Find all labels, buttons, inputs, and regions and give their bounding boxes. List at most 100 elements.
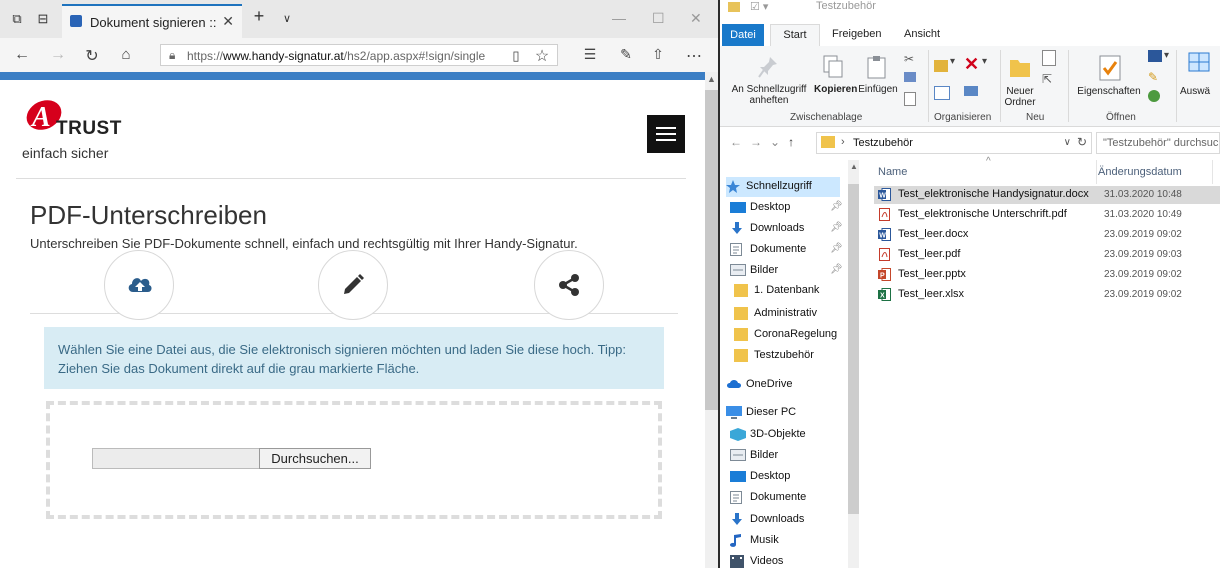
share-icon[interactable]: ⇧	[648, 46, 668, 63]
column-header-date[interactable]: Änderungsdatum	[1098, 166, 1182, 178]
copy-path-icon[interactable]	[904, 72, 916, 82]
new-folder-button[interactable]: Neuer Ordner	[998, 86, 1042, 108]
browser-tab[interactable]: Dokument signieren :: H ✕	[62, 4, 242, 38]
logo-letter: A	[30, 102, 51, 133]
file-row[interactable]: X Test_leer.xlsx 23.09.2019 09:02	[874, 286, 1220, 304]
download-icon	[730, 222, 746, 235]
select-button[interactable]: Auswä	[1180, 86, 1220, 97]
tab-ansicht[interactable]: Ansicht	[904, 28, 940, 40]
open-icon[interactable]	[1148, 50, 1162, 62]
tab-datei[interactable]: Datei	[722, 24, 764, 46]
nav-scrollbar-thumb[interactable]	[848, 184, 859, 514]
explorer-address-row: ←→⌄↑ › Testzubehör ∨ ↻ "Testzubehör" dur…	[720, 132, 1220, 154]
breadcrumb[interactable]: Testzubehör	[853, 137, 913, 149]
browse-button[interactable]: Durchsuchen...	[259, 448, 371, 469]
menu-hamburger-button[interactable]	[647, 115, 685, 153]
file-path-field[interactable]	[92, 448, 260, 469]
new-item-icon[interactable]	[1042, 50, 1056, 66]
nav-item[interactable]: Schnellzugriff	[726, 177, 840, 197]
dropdown-chevron-icon[interactable]: ▾	[982, 56, 987, 67]
close-tab-icon[interactable]: ✕	[222, 13, 234, 30]
refresh-icon[interactable]: ↻	[1077, 135, 1087, 149]
cut-icon[interactable]: ✂	[904, 52, 914, 66]
history-dropdown-icon[interactable]: ∨	[1064, 137, 1071, 148]
file-row[interactable]: W Test_leer.docx 23.09.2019 09:02	[874, 226, 1220, 244]
file-name: Test_leer.pptx	[898, 268, 966, 280]
copy-button[interactable]: Kopieren	[814, 84, 857, 95]
new-tab-icon[interactable]: +	[252, 7, 266, 25]
file-row[interactable]: Test_elektronische Unterschrift.pdf 31.03…	[874, 206, 1220, 224]
file-name: Test_elektronische Handysignatur.docx	[898, 188, 1089, 200]
file-row[interactable]: Test_leer.pdf 23.09.2019 09:03	[874, 246, 1220, 264]
new-folder-icon[interactable]	[1008, 56, 1032, 80]
delete-icon[interactable]: ✕	[964, 54, 979, 75]
move-to-icon[interactable]	[934, 60, 948, 72]
favorites-list-icon[interactable]: ☰	[580, 46, 600, 63]
file-date: 23.09.2019 09:02	[1104, 229, 1182, 240]
paste-icon[interactable]	[866, 54, 888, 80]
pin-quick-access-button[interactable]: An Schnellzugriff anheften	[724, 84, 814, 106]
pinned-icon[interactable]: 📌︎	[830, 201, 843, 212]
dropdown-chevron-icon[interactable]: ▾	[1164, 50, 1169, 61]
page-scrollbar[interactable]: ▲	[705, 72, 718, 568]
maximize-icon[interactable]: ☐	[652, 10, 665, 27]
scroll-up-icon[interactable]: ▲	[850, 162, 858, 171]
refresh-icon[interactable]: ↻	[82, 46, 102, 66]
tab-start[interactable]: Start	[770, 24, 820, 47]
rename-icon[interactable]	[964, 86, 978, 96]
column-divider	[1096, 160, 1097, 184]
tab-freigeben[interactable]: Freigeben	[832, 28, 882, 40]
copy-to-icon[interactable]	[934, 86, 950, 100]
properties-icon[interactable]	[1098, 54, 1122, 82]
close-window-icon[interactable]: ✕	[690, 10, 702, 27]
tab-actions-icon[interactable]: ⧉	[10, 12, 24, 26]
reading-view-icon[interactable]: ▯	[506, 48, 526, 64]
file-explorer-window: ☑ ▾ Testzubehör Datei Start Freigeben An…	[720, 0, 1220, 568]
group-clipboard-label: Zwischenablage	[790, 112, 863, 123]
step-share[interactable]	[534, 250, 604, 320]
tab-preview-icon[interactable]: ⊟	[36, 12, 50, 26]
explorer-address-field[interactable]: › Testzubehör ∨ ↻	[816, 132, 1092, 154]
file-row[interactable]: W Test_elektronische Handysignatur.docx 31…	[874, 186, 1220, 204]
url-field[interactable]: 🔒︎ https://www.handy-signatur.at/hs2/app…	[160, 44, 558, 66]
explorer-nav-arrows-icon[interactable]: ←→⌄↑	[730, 135, 802, 149]
favorite-star-icon[interactable]: ☆	[532, 46, 552, 66]
pin-label-line1: An Schnellzugriff	[731, 84, 807, 95]
pinned-icon[interactable]: 📌︎	[830, 222, 843, 233]
paste-button[interactable]: Einfügen	[856, 84, 900, 95]
step-upload[interactable]	[104, 250, 174, 320]
pin-icon[interactable]	[758, 56, 778, 78]
history-icon[interactable]	[1148, 90, 1160, 102]
easy-access-icon[interactable]: ⇱	[1042, 72, 1052, 86]
step-sign[interactable]	[318, 250, 388, 320]
properties-button[interactable]: Eigenschaften	[1076, 86, 1142, 97]
select-all-icon[interactable]	[1188, 52, 1210, 72]
pinned-icon[interactable]: 📌︎	[830, 243, 843, 254]
nav-item-label: Dieser PC	[746, 406, 797, 418]
address-bar: ← → ↻ ⌂ 🔒︎ https://www.handy-signatur.at…	[0, 38, 718, 72]
nav-item-label: Videos	[750, 555, 784, 567]
paste-shortcut-icon[interactable]	[904, 92, 916, 106]
home-icon[interactable]: ⌂	[116, 46, 136, 63]
desktop-icon	[730, 201, 746, 214]
pen-icon[interactable]: ✎	[616, 46, 636, 63]
documents-icon	[730, 243, 746, 256]
scrollbar-thumb[interactable]	[705, 90, 718, 410]
group-separator	[1068, 50, 1069, 122]
nav-scrollbar[interactable]: ▲	[848, 160, 859, 568]
tab-title: Dokument signieren :: H	[90, 15, 220, 30]
minimize-icon[interactable]: —	[612, 10, 626, 26]
file-row[interactable]: P Test_leer.pptx 23.09.2019 09:02	[874, 266, 1220, 284]
more-icon[interactable]: ⋯	[684, 46, 704, 66]
forward-icon[interactable]: →	[48, 46, 68, 64]
quick-access-toolbar-icon[interactable]: ☑ ▾	[750, 0, 768, 13]
back-icon[interactable]: ←	[12, 46, 32, 64]
scroll-up-icon[interactable]: ▲	[707, 74, 716, 84]
explorer-search-input[interactable]: "Testzubehör" durchsuchen	[1096, 132, 1220, 154]
copy-icon[interactable]	[822, 54, 844, 80]
edit-icon[interactable]: ✎	[1148, 70, 1158, 84]
tab-list-chevron-icon[interactable]: ∨	[280, 12, 294, 26]
pinned-icon[interactable]: 📌︎	[830, 264, 843, 275]
dropdown-chevron-icon[interactable]: ▾	[950, 56, 955, 67]
column-header-name[interactable]: Name	[878, 166, 907, 178]
